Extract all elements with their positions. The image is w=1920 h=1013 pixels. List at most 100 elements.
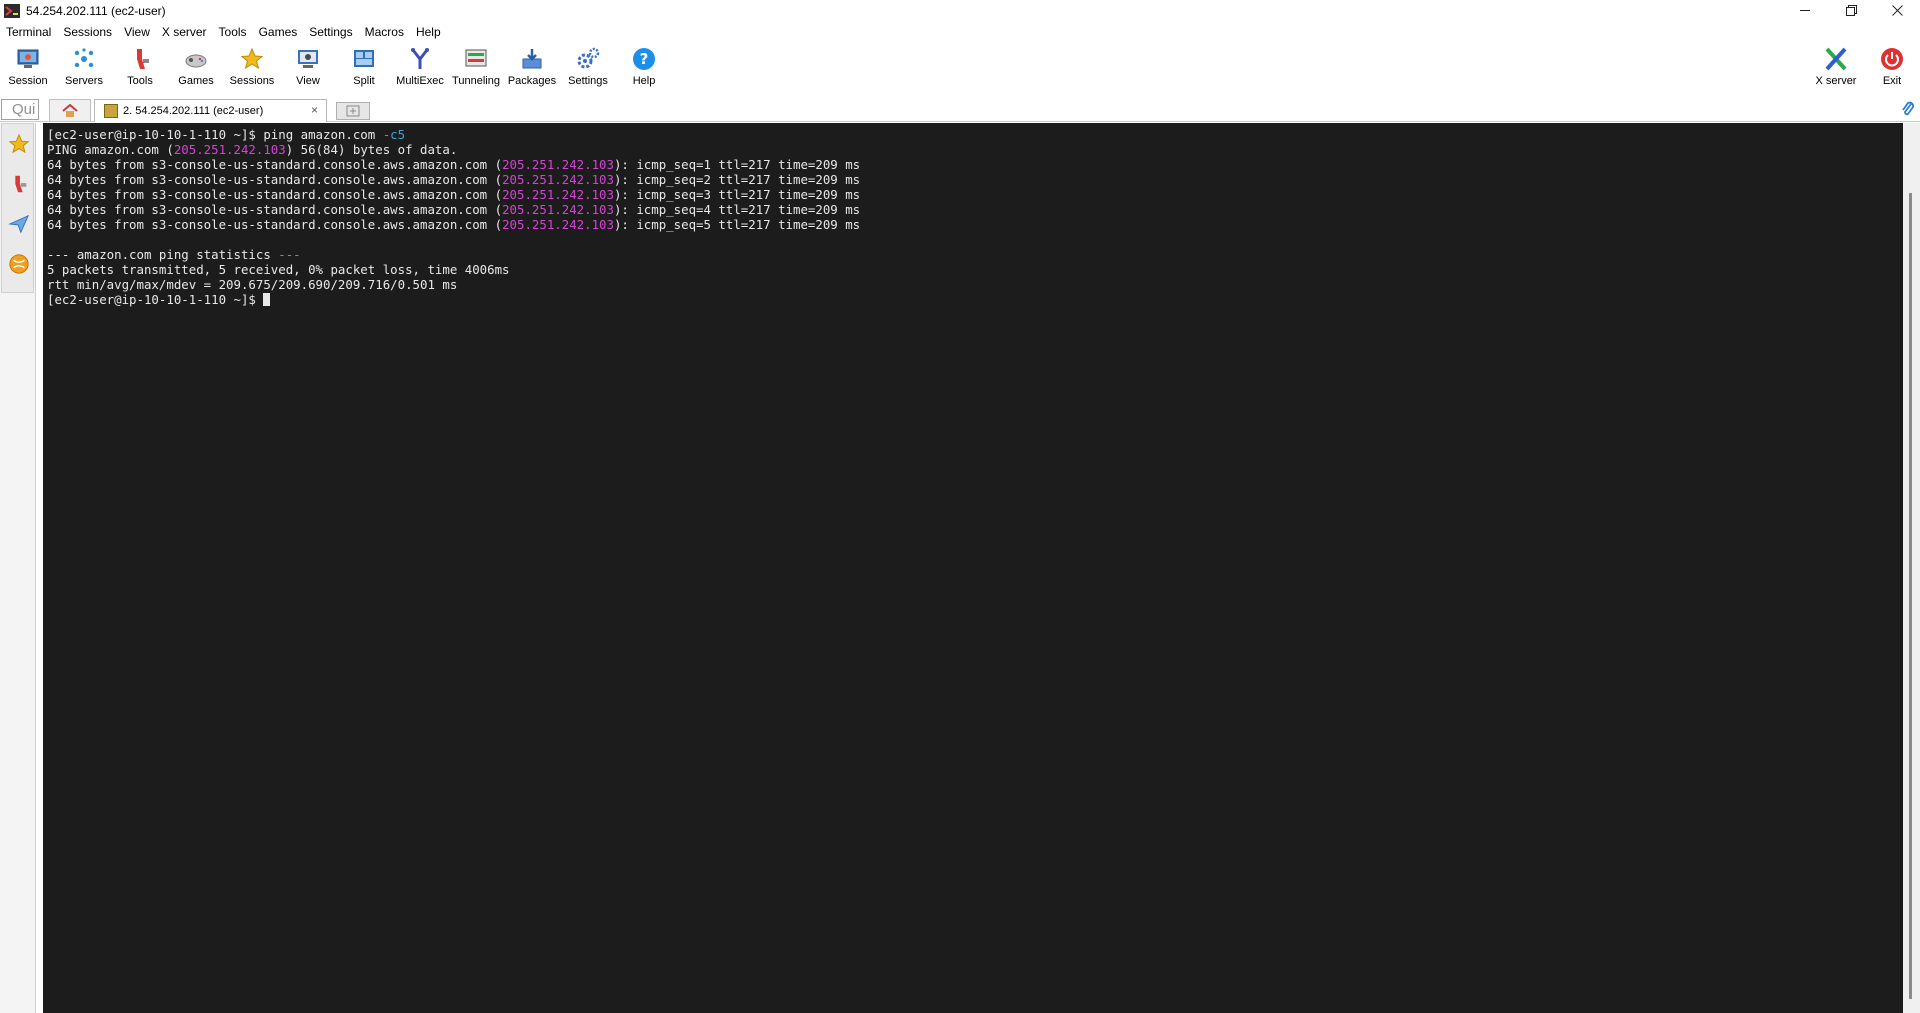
terminal-text-segment: ): icmp_seq=2 ttl=217 time=209 ms [613,172,861,187]
help-icon: ? [631,46,657,72]
terminal-line: 64 bytes from s3-console-us-standard.con… [47,202,1903,217]
left-sidebar [0,123,36,1013]
home-icon [62,103,78,117]
restore-icon [1845,5,1857,16]
tools-icon [14,175,26,193]
paper-plane-icon [7,214,29,234]
terminal-line: [ec2-user@ip-10-10-1-110 ~]$ ping amazon… [47,127,1903,142]
exit-button[interactable]: Exit [1864,43,1920,93]
help-label: Help [632,75,656,87]
menu-x-server[interactable]: X server [156,22,213,42]
view-icon [295,46,321,72]
sidebar-sessions-button[interactable] [2,124,35,164]
ip-address-text: 205.251.242.103 [502,217,614,232]
tools-button[interactable]: Tools [112,43,168,93]
menu-view[interactable]: View [118,22,156,42]
terminal-pane[interactable]: [ec2-user@ip-10-10-1-110 ~]$ ping amazon… [43,123,1903,1013]
terminal-text-segment: [ec2-user@ip-10-10-1-110 ~]$ [47,292,264,307]
x-server-button[interactable]: X server [1808,43,1864,93]
sessions-star-icon [239,46,265,72]
terminal-text-segment: --- amazon.com ping statistics [47,247,279,262]
add-tab-icon [346,105,360,117]
main-toolbar: Session Servers Tools Games Sessions Vie… [0,43,1920,93]
sidebar-macros-button[interactable] [2,204,35,244]
terminal-text-segment: 5 packets transmitted, 5 received, 0% pa… [47,262,510,277]
terminal-line: rtt min/avg/max/mdev = 209.675/209.690/2… [47,277,1903,292]
session-button[interactable]: Session [0,43,56,93]
terminal-text-segment: --- [278,247,301,262]
minimize-icon [1799,10,1810,11]
terminal-line: --- amazon.com ping statistics --- [47,247,1903,262]
settings-icon [575,46,601,72]
terminal-text-segment: ): icmp_seq=3 ttl=217 time=209 ms [613,187,861,202]
tools-icon [127,46,153,72]
session-label: Session [8,75,48,87]
close-button[interactable] [1874,0,1920,21]
games-icon [183,46,209,72]
menu-macros[interactable]: Macros [359,22,410,42]
paperclip-icon[interactable] [1901,100,1915,123]
menu-terminal[interactable]: Terminal [0,22,57,42]
terminal-text-segment: rtt min/avg/max/mdev = 209.675/209.690/2… [47,277,458,292]
quick-connect-input[interactable]: Qui [1,99,39,120]
window-title: 54.254.202.111 (ec2-user) [26,3,166,18]
sidebar-panel [1,123,34,293]
tab-close-icon[interactable]: × [311,103,318,117]
terminal-line: 5 packets transmitted, 5 received, 0% pa… [47,262,1903,277]
games-label: Games [178,75,214,87]
scrollbar-thumb[interactable] [1909,193,1912,999]
svg-text:?: ? [640,50,649,68]
close-icon [1891,5,1903,16]
multiexec-button[interactable]: MultiExec [392,43,448,93]
exit-label: Exit [1882,75,1902,87]
multiexec-label: MultiExec [396,75,444,87]
terminal-line: 64 bytes from s3-console-us-standard.con… [47,217,1903,232]
globe-icon [8,254,29,274]
packages-icon [519,46,545,72]
sidebar-tools-button[interactable] [2,164,35,204]
tab-session-ec2[interactable]: 2. 54.254.202.111 (ec2-user) × [94,99,327,122]
menu-help[interactable]: Help [410,22,447,42]
servers-label: Servers [65,75,103,87]
tab-bar: Qui 2. 54.254.202.111 (ec2-user) × [0,98,1920,122]
menu-sessions[interactable]: Sessions [57,22,118,42]
menu-games[interactable]: Games [253,22,304,42]
split-icon [351,46,377,72]
terminal-line: 64 bytes from s3-console-us-standard.con… [47,157,1903,172]
ssh-session-icon [104,104,118,118]
view-label: View [296,75,320,87]
terminal-text-segment: ) 56(84) bytes of data. [285,142,458,157]
terminal-text-segment: ): icmp_seq=5 ttl=217 time=209 ms [613,217,861,232]
terminal-text-segment: [ec2-user@ip-10-10-1-110 ~]$ ping amazon… [47,127,383,142]
new-tab-button[interactable] [336,102,370,120]
games-button[interactable]: Games [168,43,224,93]
split-label: Split [353,75,375,87]
power-icon [1879,46,1905,72]
terminal-text-segment: 64 bytes from s3-console-us-standard.con… [47,202,503,217]
packages-button[interactable]: Packages [504,43,560,93]
tunneling-button[interactable]: Tunneling [448,43,504,93]
xserver-icon [1823,46,1849,72]
menu-tools[interactable]: Tools [213,22,253,42]
sidebar-sftp-button[interactable] [2,244,35,284]
title-bar: 54.254.202.111 (ec2-user) [0,0,1920,21]
tunneling-label: Tunneling [452,75,500,87]
split-button[interactable]: Split [336,43,392,93]
restore-button[interactable] [1828,0,1874,21]
menu-settings[interactable]: Settings [303,22,358,42]
sessions-button[interactable]: Sessions [224,43,280,93]
help-button[interactable]: ? Help [616,43,672,93]
terminal-scrollbar[interactable] [1903,123,1920,1013]
servers-button[interactable]: Servers [56,43,112,93]
terminal-text-segment: 64 bytes from s3-console-us-standard.con… [47,217,503,232]
minimize-button[interactable] [1782,0,1828,21]
terminal-text-segment: 64 bytes from s3-console-us-standard.con… [47,187,503,202]
terminal-line: 64 bytes from s3-console-us-standard.con… [47,172,1903,187]
settings-button[interactable]: Settings [560,43,616,93]
view-button[interactable]: View [280,43,336,93]
terminal-line: PING amazon.com (205.251.242.103) 56(84)… [47,142,1903,157]
home-tab[interactable] [49,99,91,121]
terminal-text-segment: -c5 [382,127,406,142]
menu-bar: Terminal Sessions View X server Tools Ga… [0,22,447,42]
